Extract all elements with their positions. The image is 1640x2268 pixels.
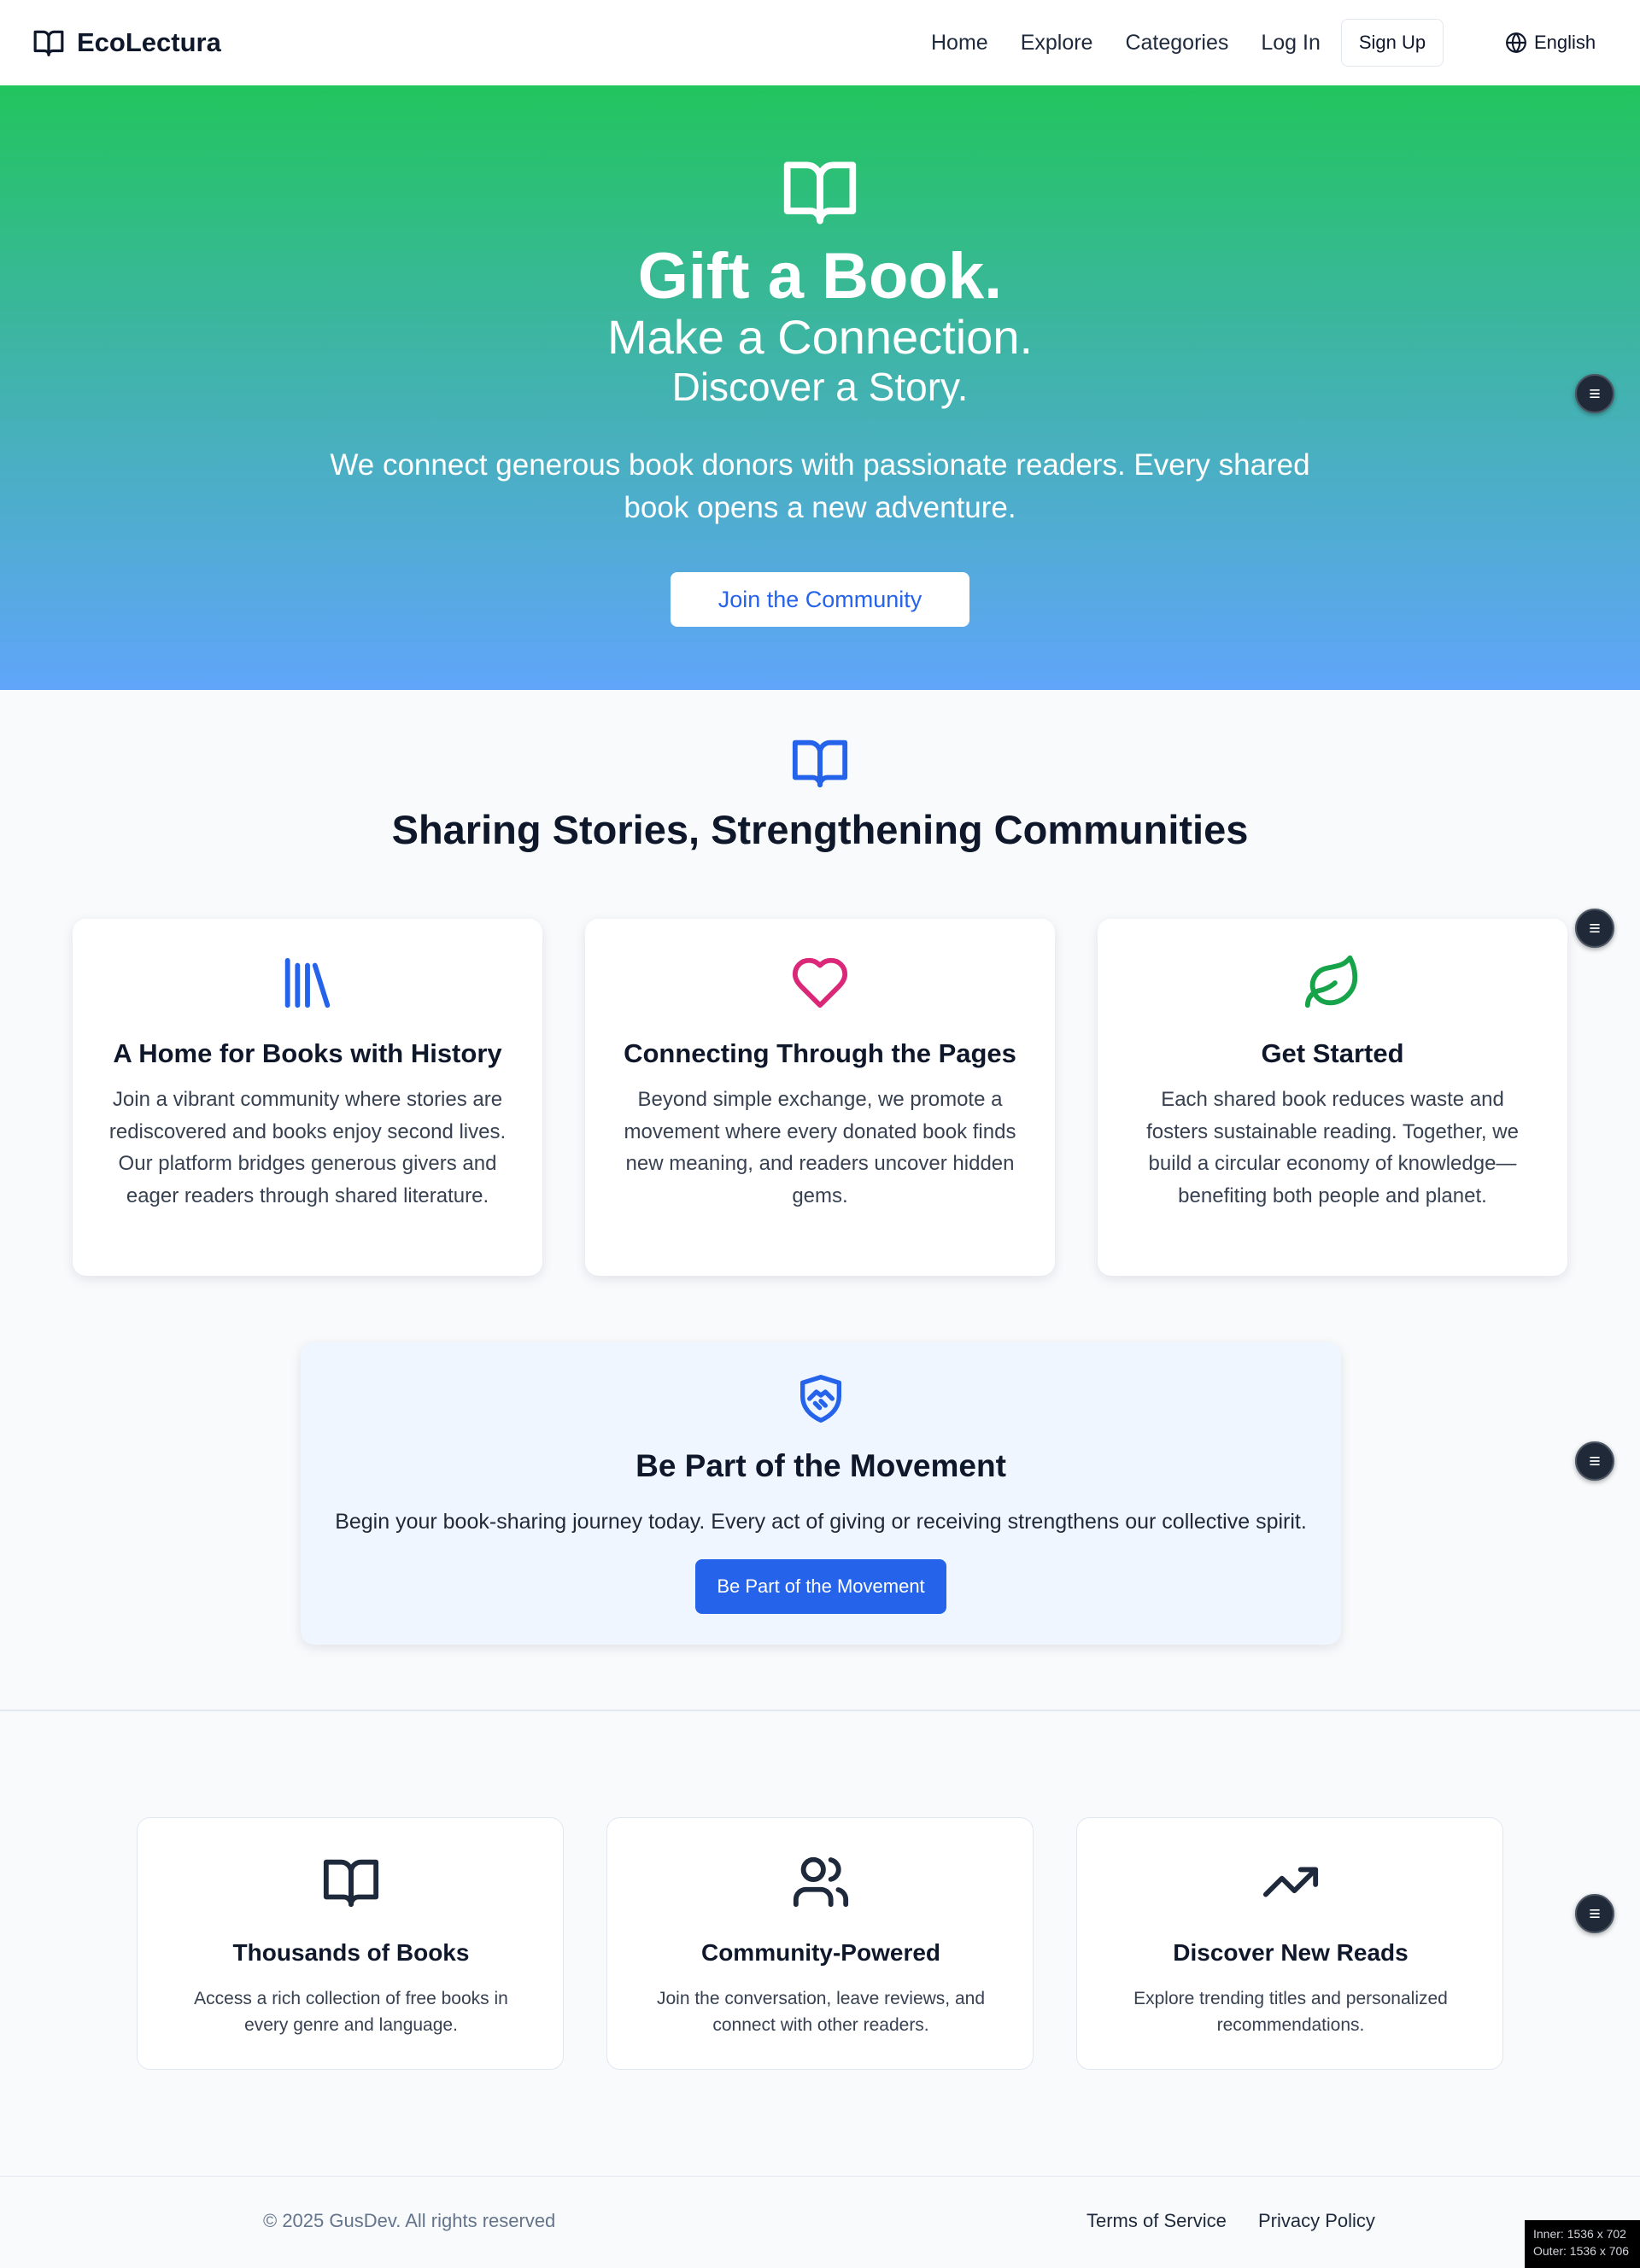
feature-title: Discover New Reads [1173, 1939, 1409, 1966]
mission-card: Get Started Each shared book reduces was… [1098, 919, 1567, 1276]
handshake-shield-icon [800, 1375, 841, 1423]
feature-text: Explore trending titles and personalized… [1133, 1989, 1448, 2035]
feature-title: Community-Powered [700, 1939, 941, 1966]
trending-up-icon [1262, 1867, 1319, 1897]
card-title: Get Started [1261, 1038, 1404, 1068]
library-icon [284, 957, 331, 1008]
heart-icon [792, 957, 848, 1008]
inner-size-label: Inner: 1536 x 702 [1533, 2227, 1626, 2241]
feature-title: Thousands of Books [232, 1939, 470, 1966]
menu-icon [1590, 1457, 1600, 1465]
feature-card: Discover New Reads Explore trending titl… [1076, 1817, 1503, 2070]
floating-menu-button[interactable] [1575, 1441, 1614, 1481]
menu-icon [1590, 924, 1600, 932]
globe-icon [1506, 32, 1526, 53]
card-title: A Home for Books with History [113, 1038, 502, 1068]
floating-menu-button[interactable] [1575, 909, 1614, 948]
book-open-icon [792, 739, 848, 788]
mission-card: Connecting Through the Pages Beyond simp… [585, 919, 1055, 1276]
card-text: Join a vibrant community where stories a… [108, 1088, 507, 1207]
join-community-button[interactable]: Join the Community [671, 572, 969, 627]
floating-menu-button[interactable] [1575, 1894, 1614, 1933]
card-title: Connecting Through the Pages [624, 1038, 1016, 1068]
hero-tagline: Discover a Story. [671, 365, 969, 409]
menu-icon [1590, 1909, 1600, 1918]
privacy-link[interactable]: Privacy Policy [1258, 2210, 1375, 2232]
brand-name: EcoLectura [77, 27, 221, 57]
feature-text: Access a rich collection of free books i… [194, 1989, 508, 2035]
brand-logo[interactable]: EcoLectura [32, 26, 221, 59]
language-selector[interactable]: English [1505, 0, 1596, 85]
join-movement-button[interactable]: Be Part of the Movement [695, 1559, 946, 1614]
nav-link-categories[interactable]: Categories [1125, 31, 1228, 56]
feature-card: Thousands of Books Access a rich collect… [137, 1817, 564, 2070]
menu-icon [1590, 389, 1600, 398]
footer-copyright: © 2025 GusDev. All rights reserved [263, 2210, 556, 2231]
hero-subtitle: Make a Connection. [606, 310, 1034, 364]
floating-menu-button[interactable] [1575, 374, 1614, 413]
viewport-size-overlay: Inner: 1536 x 702 Outer: 1536 x 706 [1525, 2220, 1640, 2268]
nav-link-explore[interactable]: Explore [1021, 31, 1093, 56]
nav-link-login[interactable]: Log In [1261, 31, 1321, 56]
movement-text: Begin your book-sharing journey today. E… [335, 1510, 1307, 1534]
outer-size-label: Outer: 1536 x 706 [1533, 2244, 1630, 2258]
hero-description: We connect generous book donors with pas… [330, 448, 1310, 524]
mission-title: Sharing Stories, Strengthening Communiti… [391, 807, 1249, 852]
book-open-icon [323, 1859, 379, 1908]
movement-title: Be Part of the Movement [636, 1448, 1006, 1483]
hero-title: Gift a Book. [637, 240, 1003, 313]
nav-link-home[interactable]: Home [931, 31, 988, 56]
card-text: Each shared book reduces waste and foste… [1146, 1088, 1519, 1207]
mission-card: A Home for Books with History Join a vib… [73, 919, 542, 1276]
top-navbar: EcoLectura Home Explore Categories Log I… [0, 0, 1640, 85]
book-open-icon [33, 30, 64, 56]
signup-button[interactable]: Sign Up [1340, 19, 1444, 67]
leaf-icon [1304, 955, 1358, 1008]
hero-section: Gift a Book. Make a Connection. Discover… [0, 85, 1640, 690]
language-label: English [1534, 32, 1596, 53]
book-open-icon [783, 161, 857, 225]
card-text: Beyond simple exchange, we promote a mov… [624, 1088, 1016, 1207]
users-icon [793, 1856, 849, 1908]
footer-divider [0, 2176, 1640, 2177]
feature-card: Community-Powered Join the conversation,… [606, 1817, 1034, 2070]
nav-links: Home Explore Categories Log In Sign Up [931, 0, 1444, 85]
movement-cta-section: Be Part of the Movement Begin your book-… [301, 1342, 1341, 1645]
terms-link[interactable]: Terms of Service [1086, 2210, 1227, 2232]
section-divider [0, 1710, 1640, 1711]
feature-text: Join the conversation, leave reviews, an… [656, 1989, 986, 2035]
